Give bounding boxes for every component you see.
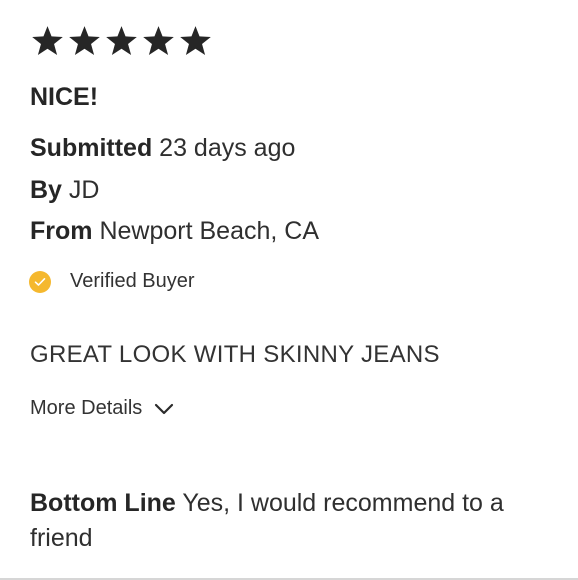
more-details-toggle[interactable]: More Details	[30, 397, 174, 420]
review-headline: GREAT LOOK WITH SKINNY JEANS	[30, 341, 440, 368]
submitted-label: Submitted	[30, 134, 153, 162]
from-label: From	[30, 217, 93, 245]
star-icon	[143, 26, 174, 56]
author-line: By JD	[30, 176, 99, 205]
location-value: Newport Beach, CA	[99, 217, 319, 245]
star-icon	[106, 26, 137, 56]
verified-buyer-badge: Verified Buyer	[29, 270, 195, 293]
chevron-down-icon	[155, 403, 174, 414]
star-icon	[69, 26, 100, 56]
review-card: NICE! Submitted 23 days ago By JD From N…	[0, 0, 578, 578]
more-details-label: More Details	[30, 397, 143, 419]
verified-buyer-label: Verified Buyer	[70, 270, 195, 292]
bottom-line-label: Bottom Line	[30, 489, 176, 517]
submitted-line: Submitted 23 days ago	[30, 134, 295, 163]
star-icon	[180, 26, 211, 56]
review-title: NICE!	[30, 83, 99, 111]
location-line: From Newport Beach, CA	[30, 217, 319, 246]
check-circle-icon	[29, 270, 51, 293]
star-rating	[30, 25, 213, 57]
star-icon	[32, 26, 63, 56]
bottom-line: Bottom Line Yes, I would recommend to a …	[30, 486, 550, 556]
by-label: By	[30, 176, 62, 204]
submitted-value: 23 days ago	[159, 134, 296, 162]
author-name: JD	[68, 176, 100, 204]
